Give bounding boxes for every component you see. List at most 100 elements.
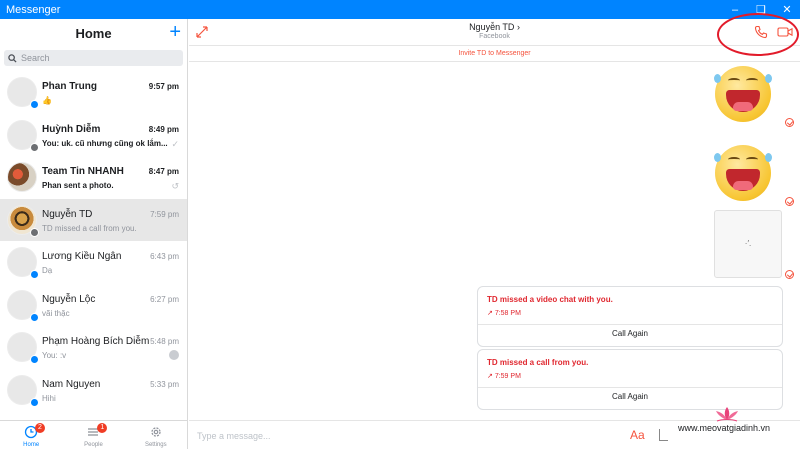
conversation-time: 6:27 pm	[150, 294, 179, 304]
tab-home[interactable]: 2 Home	[0, 421, 62, 449]
font-style-button[interactable]: Aa	[630, 428, 645, 442]
message-input[interactable]: Type a message...	[197, 431, 271, 441]
conversation-name: Team Tin NHANH	[42, 166, 124, 177]
conversation-preview: You: :v	[42, 351, 67, 360]
divider	[478, 387, 782, 388]
conversation-item[interactable]: Team Tin NHANH 8:47 pm Phan sent a photo…	[0, 156, 187, 199]
delivered-check-icon	[785, 118, 794, 127]
conversation-preview: TD missed a call from you.	[42, 223, 137, 233]
sticker-eye	[746, 78, 758, 83]
conversation-list: Phan Trung 9:57 pm 👍 Huỳnh Diễm 8:49 pm …	[0, 71, 187, 440]
missed-call-card: TD missed a call from you. ↗ 7:59 PM Cal…	[477, 349, 783, 410]
conversation-item[interactable]: Phạm Hoàng Bích Diễm 5:48 pm You: :v	[0, 326, 187, 369]
lotus-logo-icon	[716, 407, 738, 422]
conversation-preview: Phan sent a photo.	[42, 181, 114, 190]
missed-video-call-card: TD missed a video chat with you. ↗ 7:58 …	[477, 286, 783, 347]
contact-subtitle: Facebook	[479, 33, 510, 40]
sticker-tongue	[733, 181, 753, 190]
delivered-check-icon	[785, 197, 794, 206]
call-again-button[interactable]: Call Again	[478, 392, 782, 401]
tab-settings[interactable]: Settings	[125, 421, 187, 449]
conversation-item[interactable]: Nam Nguyen 5:33 pm Hihi	[0, 369, 187, 412]
people-count-badge: 1	[97, 423, 108, 433]
card-title: TD missed a video chat with you.	[487, 295, 613, 304]
attachment-icon[interactable]	[659, 429, 668, 441]
group-avatar	[7, 162, 37, 192]
chat-pane: Nguyễn TD › Facebook Invite TD to Messen…	[189, 13, 800, 449]
conversation-item[interactable]: Phan Trung 9:57 pm 👍	[0, 71, 187, 114]
conversation-time: 6:43 pm	[150, 252, 179, 261]
search-input[interactable]: Search	[4, 50, 183, 66]
messenger-badge-icon	[30, 355, 39, 364]
search-placeholder: Search	[21, 53, 50, 63]
conversation-preview: You: uk. cũ nhưng cũng ok lắm...	[42, 138, 168, 148]
tab-label: People	[84, 442, 103, 448]
conversation-item[interactable]: Huỳnh Diễm 8:49 pm You: uk. cũ nhưng cũn…	[0, 114, 187, 157]
loading-image-message[interactable]: ·′.	[714, 210, 782, 278]
card-time-text: 7:58 PM	[494, 310, 521, 317]
sticker-tear	[765, 153, 772, 162]
home-count-badge: 2	[35, 423, 45, 433]
card-time-text: 7:59 PM	[494, 373, 521, 380]
chat-header: Nguyễn TD › Facebook	[189, 13, 800, 56]
sidebar-title: Home	[75, 25, 112, 41]
contact-name[interactable]: Nguyễn TD ›	[189, 22, 800, 32]
laughing-sticker	[711, 64, 775, 124]
loading-spinner-icon: ·′.	[744, 239, 752, 248]
window-title: Messenger	[6, 3, 61, 16]
invite-banner[interactable]: Invite TD to Messenger	[189, 46, 800, 62]
sidebar-header: Home +	[0, 19, 187, 47]
search-icon	[8, 53, 17, 63]
messenger-badge-icon	[30, 100, 39, 109]
messenger-badge-icon	[30, 397, 39, 407]
facebook-badge-icon	[30, 142, 39, 152]
new-message-icon[interactable]: +	[169, 21, 181, 43]
conversation-name: Phạm Hoàng Bích Diễm	[42, 336, 150, 347]
call-again-button[interactable]: Call Again	[478, 329, 782, 338]
conversation-preview: vãi thặc	[42, 308, 70, 318]
sticker-eye	[728, 157, 740, 162]
tab-label: Home	[23, 442, 40, 448]
messenger-badge-icon	[30, 270, 39, 279]
gear-icon	[151, 427, 161, 437]
conversation-sidebar: Home + Search Phan Trung 9:57 pm 👍 Huỳnh…	[0, 19, 188, 449]
sticker-eye	[746, 157, 758, 162]
chevron-right-icon: ›	[516, 22, 520, 32]
card-time: ↗ 7:59 PM	[487, 372, 521, 380]
card-time: ↗ 7:58 PM	[487, 309, 521, 317]
conversation-preview: Dạ	[42, 266, 53, 275]
facebook-badge-icon	[30, 227, 39, 237]
sticker-tear	[714, 153, 721, 162]
thumbs-up-icon: 👍	[42, 96, 52, 105]
conversation-name: Nguyễn Lộc	[42, 293, 96, 305]
laughing-sticker	[711, 143, 775, 203]
sticker-tear	[765, 74, 772, 83]
conversation-time: 7:59 pm	[150, 209, 179, 219]
conversation-name: Huỳnh Diễm	[42, 123, 101, 135]
bottom-tab-bar: 2 Home 1 People Settings	[0, 420, 187, 449]
window-titlebar: Messenger – ❏ ✕	[0, 0, 800, 19]
seen-avatar-icon	[169, 350, 179, 360]
conversation-time: 9:57 pm	[148, 82, 179, 91]
conversation-time: 5:33 pm	[150, 379, 179, 389]
watermark-text: www.meovatgiadinh.vn	[678, 423, 771, 433]
sticker-tear	[714, 74, 721, 83]
highlight-circle	[717, 13, 799, 56]
conversation-name: Phan Trung	[42, 81, 97, 92]
conversation-item[interactable]: Nguyễn Lộc 6:27 pm vãi thặc	[0, 284, 187, 327]
conversation-time: 8:47 pm	[148, 167, 179, 176]
conversation-item-active[interactable]: Nguyễn TD 7:59 pm TD missed a call from …	[0, 198, 187, 241]
call-arrow-icon: ↗	[487, 310, 493, 317]
share-icon: ↺	[171, 181, 179, 191]
call-arrow-icon: ↗	[487, 373, 493, 380]
sticker-eye	[728, 78, 740, 83]
tab-people[interactable]: 1 People	[62, 421, 124, 449]
conversation-time: 5:48 pm	[150, 337, 179, 346]
tab-label: Settings	[144, 442, 167, 448]
conversation-name: Lương Kiều Ngân	[42, 251, 122, 262]
conversation-item[interactable]: Lương Kiều Ngân 6:43 pm Dạ	[0, 241, 187, 284]
card-title: TD missed a call from you.	[487, 358, 589, 367]
sent-check-icon: ✓	[171, 138, 179, 149]
divider	[478, 324, 782, 325]
conversation-time: 8:49 pm	[148, 124, 179, 134]
